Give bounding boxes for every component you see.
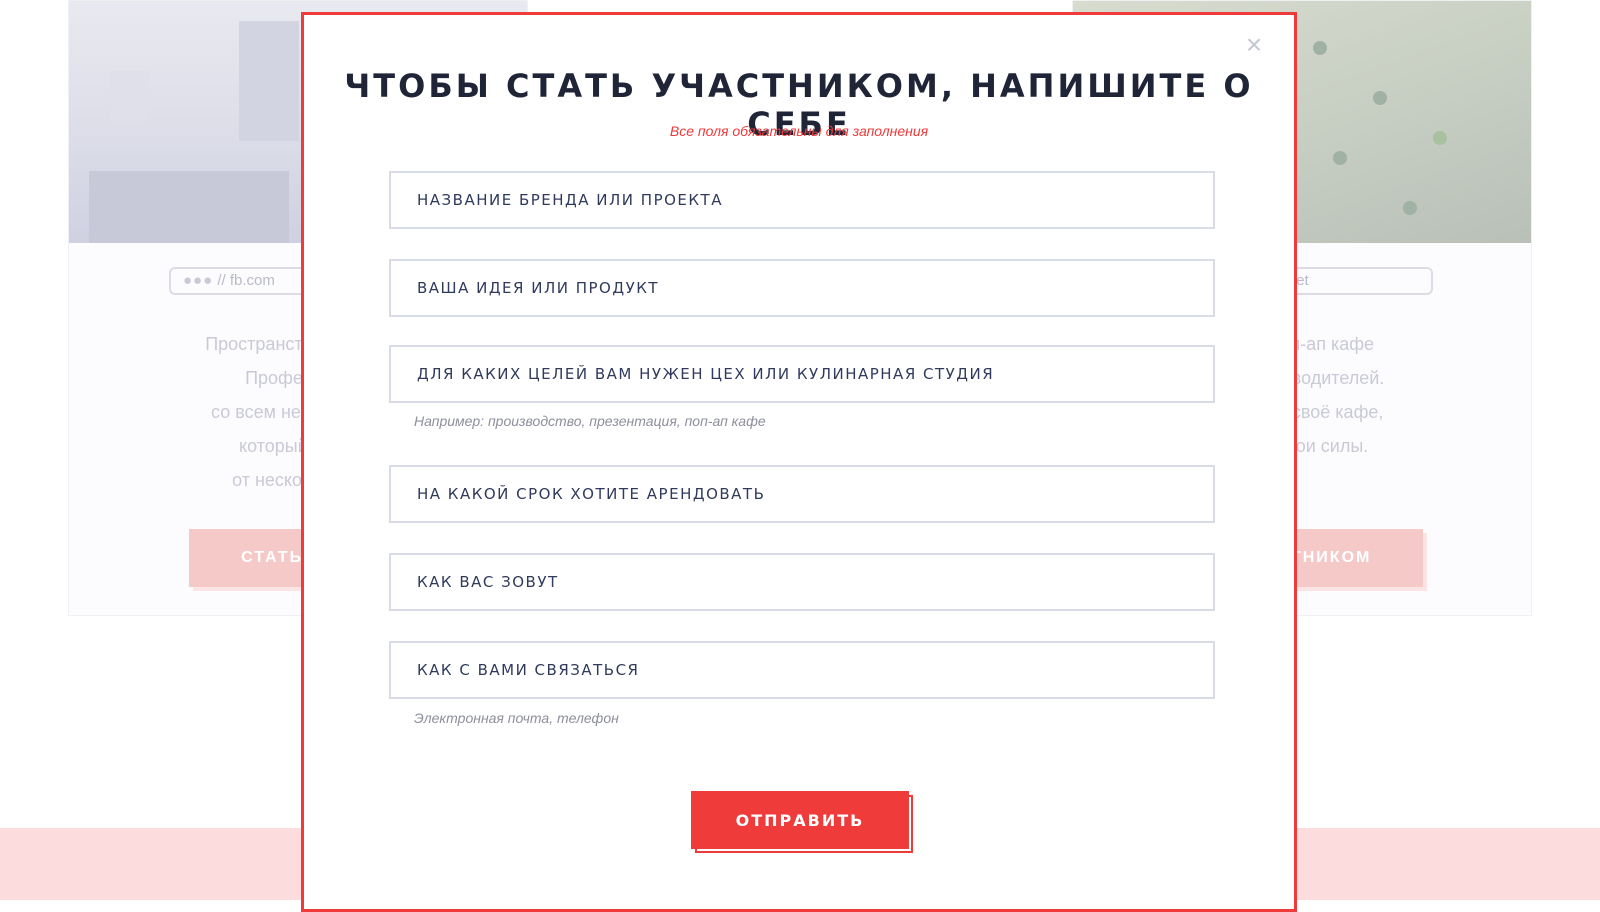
kitchen-oven	[239, 21, 299, 141]
submit-button-wrap: ОТПРАВИТЬ	[691, 791, 913, 855]
required-fields-note: Все поля обязательны для заполнения	[669, 123, 929, 139]
idea-field	[389, 259, 1215, 317]
contact-input[interactable]	[391, 643, 1213, 697]
rent-term-field	[389, 465, 1215, 523]
brand-name-field	[389, 171, 1215, 229]
contact-field	[389, 641, 1215, 699]
submit-button[interactable]: ОТПРАВИТЬ	[691, 791, 909, 849]
kitchen-shelf	[109, 71, 149, 121]
idea-input[interactable]	[391, 261, 1213, 315]
brand-name-input[interactable]	[391, 173, 1213, 227]
url-dots: ●●●	[183, 272, 214, 289]
participant-modal: × ЧТОБЫ СТАТЬ УЧАСТНИКОМ, НАПИШИТЕ О СЕБ…	[301, 12, 1297, 912]
name-input[interactable]	[391, 555, 1213, 609]
name-field	[389, 553, 1215, 611]
purpose-input[interactable]	[391, 347, 1213, 401]
contact-hint: Электронная почта, телефон	[414, 710, 619, 726]
crowd-figure	[1313, 41, 1327, 55]
rent-term-input[interactable]	[391, 467, 1213, 521]
crowd-figure	[1333, 151, 1347, 165]
crowd-figure	[1403, 201, 1417, 215]
crowd-figure	[1373, 91, 1387, 105]
kitchen-counter	[89, 171, 289, 243]
crowd-figure	[1433, 131, 1447, 145]
close-icon[interactable]: ×	[1242, 31, 1266, 59]
purpose-hint: Например: производство, презентация, поп…	[414, 413, 766, 429]
purpose-field	[389, 345, 1215, 403]
url-text: // fb.com	[217, 272, 275, 289]
